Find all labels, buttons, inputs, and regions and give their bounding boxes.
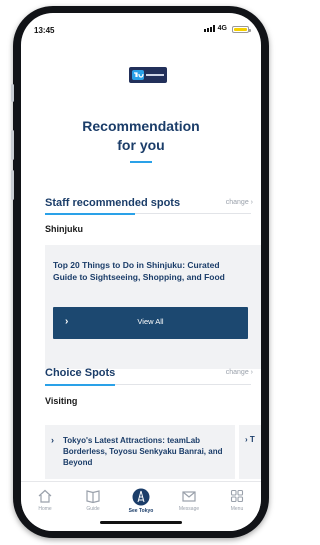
title-line-2: for you [117, 137, 165, 153]
tab-home[interactable]: Home [25, 488, 65, 512]
metro-logo-icon [132, 70, 144, 80]
tab-menu-label: Menu [230, 506, 244, 512]
view-all-button[interactable]: › View All [53, 307, 248, 339]
staff-section-divider [135, 213, 251, 214]
tokyo-metro-logo [129, 67, 167, 83]
choice-section-underline [45, 384, 115, 386]
staff-section-title: Staff recommended spots [45, 197, 181, 209]
tab-menu[interactable]: Menu [217, 488, 257, 512]
view-all-label: View All [137, 317, 164, 326]
choice-spot-next-title: › T [245, 435, 255, 444]
tab-message-label: Message [178, 506, 200, 512]
staff-change-link[interactable]: change › [226, 199, 253, 206]
tokyo-tower-icon [132, 488, 150, 506]
home-icon [38, 489, 52, 503]
choice-section-title: Choice Spots [45, 367, 116, 379]
staff-spot-card[interactable]: Top 20 Things to Do in Shinjuku: Curated… [45, 245, 261, 369]
battery-icon [232, 26, 251, 33]
home-indicator [100, 521, 182, 524]
logo-wordmark [146, 73, 164, 78]
staff-spot-title: Top 20 Things to Do in Shinjuku: Curated… [53, 260, 225, 282]
tab-guide-label: Guide [86, 506, 100, 512]
network-label: 4G [217, 25, 227, 32]
title-underline [130, 161, 152, 163]
chevron-right-icon: › [51, 435, 54, 445]
envelope-icon [182, 491, 196, 502]
choice-spot-card[interactable]: › Tokyo's Latest Attractions: teamLab Bo… [45, 425, 235, 479]
tab-message[interactable]: Message [169, 488, 209, 512]
choice-area-label: Visiting [45, 396, 78, 406]
status-right: 4G [203, 25, 227, 32]
tab-guide[interactable]: Guide [73, 488, 113, 512]
phone-side-button-2 [11, 130, 14, 160]
choice-change-link[interactable]: change › [226, 369, 253, 376]
tab-see-tokyo-label: See Tokyo [128, 508, 154, 514]
grid-menu-icon [230, 489, 244, 503]
tab-see-tokyo[interactable]: See Tokyo [121, 488, 161, 514]
phone-side-button-1 [11, 84, 14, 102]
choice-section-divider [115, 384, 251, 385]
status-bar: 13:45 4G [21, 13, 261, 41]
staff-area-label: Shinjuku [45, 224, 83, 234]
status-time: 13:45 [34, 26, 55, 35]
book-icon [86, 490, 100, 504]
battery-level [234, 28, 247, 31]
app-screen: 13:45 4G Recommendation for you Staff re… [21, 13, 261, 531]
choice-spot-card-next[interactable]: › T [239, 425, 261, 479]
signal-icon [203, 25, 215, 32]
choice-spot-title: Tokyo's Latest Attractions: teamLab Bord… [63, 436, 223, 467]
staff-section-underline [45, 213, 135, 215]
phone-side-button-3 [11, 170, 14, 200]
tab-home-label: Home [38, 506, 52, 512]
page-title: Recommendation for you [21, 117, 261, 155]
title-line-1: Recommendation [82, 118, 200, 134]
